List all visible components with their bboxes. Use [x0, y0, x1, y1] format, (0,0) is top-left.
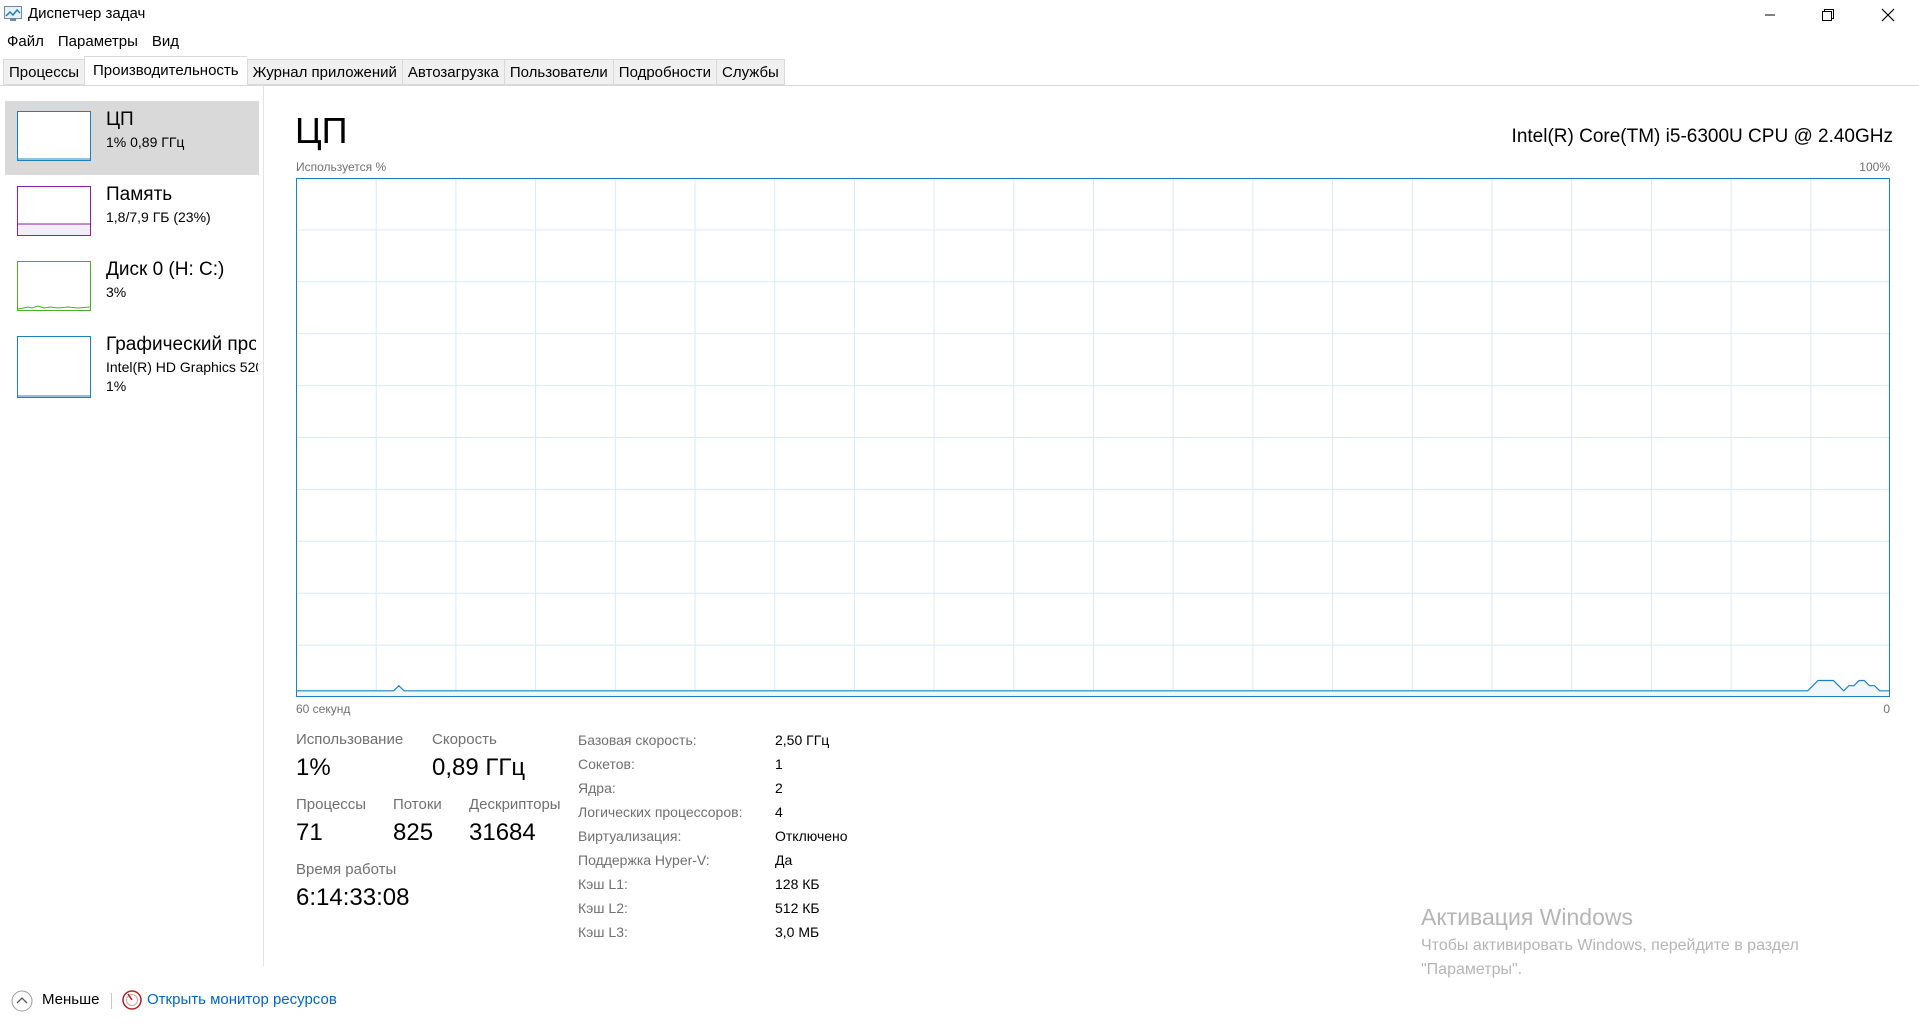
sidebar-item-value: 1,8/7,9 ГБ (23%): [106, 209, 211, 225]
disk-thumbnail-graph: [17, 261, 91, 311]
restore-button[interactable]: [1800, 0, 1856, 30]
threads-label: Потоки: [393, 796, 442, 813]
window-title: Диспетчер задач: [28, 5, 146, 22]
resource-sidebar: ЦП 1% 0,89 ГГц Память 1,8/7,9 ГБ (23%) Д…: [0, 86, 264, 966]
activation-watermark-title: Активация Windows: [1421, 904, 1633, 930]
tab-users[interactable]: Пользователи: [503, 59, 613, 85]
menu-options[interactable]: Параметры: [51, 31, 145, 53]
uptime-label: Время работы: [296, 861, 397, 878]
sidebar-item-value: 3%: [106, 284, 127, 300]
usage-label: Использование: [296, 731, 404, 748]
tabs-divider: [0, 85, 1919, 86]
sidebar-item-value: Intel(R) HD Graphics 520: [106, 359, 258, 375]
menu-bar: Файл Параметры Вид: [0, 31, 186, 53]
title-bar: Диспетчер задач: [0, 0, 1919, 30]
menu-view[interactable]: Вид: [145, 31, 186, 53]
spec-label: Базовая скорость:: [578, 732, 697, 748]
sidebar-item-label: ЦП: [106, 109, 134, 130]
cpu-model-name: Intel(R) Core(TM) i5-6300U CPU @ 2.40GHz: [1511, 126, 1893, 147]
sidebar-item-cpu[interactable]: ЦП 1% 0,89 ГГц: [5, 101, 259, 175]
spec-label: Логических процессоров:: [578, 804, 743, 820]
cpu-usage-chart: [296, 178, 1890, 697]
spec-label: Кэш L1:: [578, 876, 628, 892]
processes-label: Процессы: [296, 796, 367, 813]
spec-value: Да: [775, 852, 793, 868]
spec-label: Сокетов:: [578, 756, 635, 772]
close-icon: [1881, 8, 1895, 22]
fewer-details-button[interactable]: Меньше: [42, 991, 99, 1008]
processes-value: 71: [296, 819, 323, 846]
tab-processes[interactable]: Процессы: [3, 59, 85, 85]
uptime-value: 6:14:33:08: [296, 884, 410, 911]
minimize-button[interactable]: [1742, 0, 1798, 30]
y-axis-max-label: 100%: [1859, 160, 1890, 174]
spec-label: Ядра:: [578, 780, 616, 796]
sidebar-item-label: Графический процессор 0: [106, 334, 256, 355]
footer-bar: Меньше Открыть монитор ресурсов: [0, 986, 1919, 1016]
sidebar-item-value: 1% 0,89 ГГц: [106, 134, 185, 150]
spec-value: 512 КБ: [775, 900, 820, 916]
handles-label: Дескрипторы: [469, 796, 561, 813]
memory-thumbnail-graph: [17, 186, 91, 236]
cpu-thumbnail-graph: [17, 111, 91, 161]
sidebar-item-label: Диск 0 (H: C:): [106, 259, 225, 280]
minimize-icon: [1765, 14, 1775, 16]
spec-value: 2: [775, 780, 783, 796]
resource-monitor-icon[interactable]: [121, 989, 143, 1016]
restore-icon: [1822, 9, 1834, 21]
x-axis-label: 60 секунд: [296, 702, 351, 716]
gpu-thumbnail-graph: [17, 336, 91, 398]
spec-label: Кэш L2:: [578, 900, 628, 916]
chart-grid: [296, 178, 1890, 697]
usage-value: 1%: [296, 754, 331, 781]
page-title: ЦП: [295, 110, 348, 151]
tab-performance[interactable]: Производительность: [84, 56, 247, 87]
tab-services[interactable]: Службы: [715, 59, 785, 85]
sidebar-item-value-secondary: 1%: [106, 378, 127, 394]
spec-value: Отключено: [775, 828, 848, 844]
menu-file[interactable]: Файл: [0, 31, 51, 53]
handles-value: 31684: [469, 819, 536, 846]
tab-startup[interactable]: Автозагрузка: [401, 59, 504, 85]
spec-value: 2,50 ГГц: [775, 732, 830, 748]
spec-label: Виртуализация:: [578, 828, 682, 844]
open-resource-monitor-link[interactable]: Открыть монитор ресурсов: [147, 991, 337, 1008]
task-manager-icon: [4, 6, 22, 22]
footer-divider: [111, 993, 112, 1009]
spec-value: 128 КБ: [775, 876, 820, 892]
threads-value: 825: [393, 819, 434, 846]
spec-value: 4: [775, 804, 783, 820]
y-axis-min-label: 0: [1883, 702, 1890, 716]
speed-label: Скорость: [432, 731, 497, 748]
spec-label: Поддержка Hyper-V:: [578, 852, 710, 868]
sidebar-item-disk[interactable]: Диск 0 (H: C:) 3%: [5, 251, 259, 325]
tab-app-history[interactable]: Журнал приложений: [246, 59, 402, 85]
chevron-up-circle-icon[interactable]: [10, 989, 34, 1018]
spec-value: 1: [775, 756, 783, 772]
sidebar-item-label: Память: [106, 184, 173, 205]
activation-watermark-text: Чтобы активировать Windows, перейдите в …: [1421, 937, 1799, 954]
close-button[interactable]: [1860, 0, 1916, 30]
tab-details[interactable]: Подробности: [612, 59, 716, 85]
spec-label: Кэш L3:: [578, 924, 628, 940]
speed-value: 0,89 ГГц: [432, 754, 526, 781]
activation-watermark-text: "Параметры".: [1421, 961, 1523, 978]
sidebar-item-memory[interactable]: Память 1,8/7,9 ГБ (23%): [5, 176, 259, 250]
tab-bar: Процессы Производительность Журнал прило…: [3, 56, 785, 87]
sidebar-item-gpu[interactable]: Графический процессор 0 Intel(R) HD Grap…: [5, 326, 259, 400]
y-axis-label: Используется %: [296, 160, 387, 174]
spec-value: 3,0 МБ: [775, 924, 820, 940]
